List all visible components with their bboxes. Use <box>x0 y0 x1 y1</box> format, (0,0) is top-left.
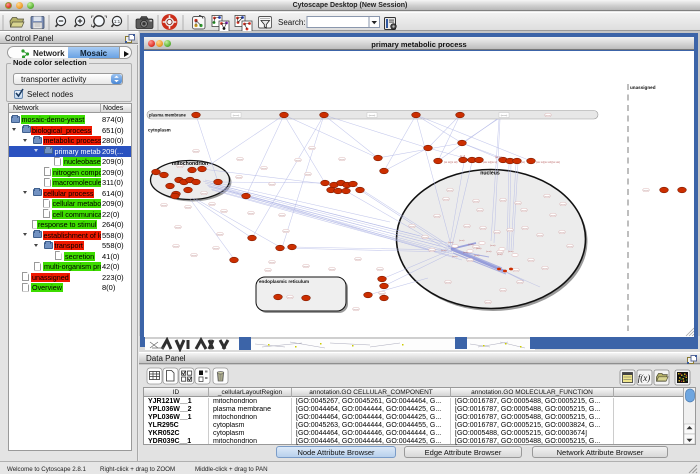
svg-text:(xxx xx)(xx xxl)(xx xxx): (xxx xx)(xx xxl)(xx xxx) <box>536 161 560 164</box>
svg-text:(xx xx): (xx xx) <box>217 234 223 236</box>
svg-text:(xx): (xx) <box>521 161 525 164</box>
svg-text:(xx xx): (xx xx) <box>248 213 254 215</box>
svg-text:(xx xx): (xx xx) <box>261 168 267 170</box>
svg-text:(xx xx): (xx xx) <box>495 156 502 159</box>
svg-text:(x xx): (x xx) <box>459 240 465 242</box>
svg-text:(xx xx): (xx xx) <box>434 216 440 218</box>
svg-text:(xx xx): (xx xx) <box>303 266 309 268</box>
svg-text:(x xx): (x xx) <box>468 244 474 246</box>
svg-text:(xx xx): (xx xx) <box>191 255 197 257</box>
svg-text:(xx xx): (xx xx) <box>537 235 543 237</box>
svg-text:(xx xx): (xx xx) <box>643 190 649 192</box>
svg-text:(xx xx): (xx xx) <box>445 282 451 284</box>
svg-text:(x xx): (x xx) <box>490 245 496 247</box>
svg-text:(xx xx): (xx xx) <box>567 246 573 248</box>
svg-text:(xx xx): (xx xx) <box>377 269 383 271</box>
svg-text:(xx xx): (xx xx) <box>379 293 385 295</box>
svg-text:(xx xx): (xx xx) <box>500 200 506 202</box>
svg-text:(xx xx): (xx xx) <box>201 193 207 195</box>
svg-text:(xx xx): (xx xx) <box>409 226 415 228</box>
svg-text:(xx xx)(x xxl): (xx xx)(x xxl) <box>444 161 458 164</box>
svg-text:(xx xx): (xx xx) <box>355 259 361 261</box>
svg-text:(xx xx): (xx xx) <box>422 237 428 239</box>
svg-text:nucleus: nucleus <box>480 171 500 177</box>
svg-text:(xx xx): (xx xx) <box>500 290 506 292</box>
svg-text:(xx xx): (xx xx) <box>309 148 315 150</box>
svg-text:(x xx): (x xx) <box>508 251 514 253</box>
svg-text:(xx xx): (xx xx) <box>175 227 181 229</box>
svg-text:(xx xx): (xx xx) <box>173 246 179 248</box>
svg-text:(xx xx): (xx xx) <box>329 269 335 271</box>
svg-text:(xx xx): (xx xx) <box>494 232 500 234</box>
svg-text:(xx xx): (xx xx) <box>560 204 566 206</box>
svg-text:(xx xx): (xx xx) <box>283 231 289 233</box>
svg-text:(xx xx): (xx xx) <box>515 203 521 205</box>
svg-text:(xx xx): (xx xx) <box>369 115 376 117</box>
svg-text:(xx xx): (xx xx) <box>221 211 227 213</box>
svg-text:mitochondrion: mitochondrion <box>172 161 208 167</box>
svg-text:(xx xx): (xx xx) <box>517 282 523 284</box>
svg-text:(xx xx): (xx xx) <box>236 177 242 179</box>
svg-text:(xx xx): (xx xx) <box>279 215 285 217</box>
svg-text:(xx xx): (xx xx) <box>193 151 199 153</box>
svg-text:(xx xx): (xx xx) <box>237 159 243 161</box>
svg-text:(xx xx): (xx xx) <box>477 210 483 212</box>
svg-text:Search:: Search: <box>278 18 306 27</box>
svg-text:(xx xx): (xx xx) <box>542 268 548 270</box>
svg-text:(xxx xx)(xx x): (xxx xx)(xx x) <box>483 161 497 164</box>
svg-text:(xx xx): (xx xx) <box>447 190 453 192</box>
svg-text:(xx xx): (xx xx) <box>185 207 191 209</box>
svg-text:(xx xx): (xx xx) <box>269 262 275 264</box>
svg-text:(xx xx): (xx xx) <box>559 232 565 234</box>
svg-text:(xx xx): (xx xx) <box>544 196 550 198</box>
svg-text:(xx xx): (xx xx) <box>353 309 359 311</box>
svg-text:(xx xx): (xx xx) <box>521 210 527 212</box>
svg-text:(xx xx): (xx xx) <box>501 115 508 117</box>
svg-text:(xx xx): (xx xx) <box>287 297 293 299</box>
svg-text:(xx xx): (xx xx) <box>161 205 167 207</box>
svg-text:(xx xx): (xx xx) <box>305 174 311 176</box>
svg-text:(x xx): (x xx) <box>448 242 454 244</box>
svg-text:(xx xx): (xx xx) <box>295 160 301 162</box>
svg-text:(xx xx): (xx xx) <box>443 199 449 201</box>
svg-text:(xx xx): (xx xx) <box>429 250 435 252</box>
svg-text:(xx xx): (xx xx) <box>464 226 470 228</box>
svg-text:(xx xx): (xx xx) <box>265 270 271 272</box>
svg-text:(x xx): (x xx) <box>441 250 447 252</box>
svg-text:(xx xx): (xx xx) <box>467 260 473 262</box>
svg-text:(xx xx): (xx xx) <box>522 228 528 230</box>
svg-text:(xx xx): (xx xx) <box>213 248 219 250</box>
svg-text:(x xx): (x xx) <box>452 256 458 258</box>
svg-text:(xx xx): (xx xx) <box>209 204 215 206</box>
svg-text:unassigned: unassigned <box>630 85 656 90</box>
svg-text:(xx xx): (xx xx) <box>480 228 486 230</box>
svg-text:(x xx): (x xx) <box>476 248 482 250</box>
svg-text:(xx xx): (xx xx) <box>550 215 556 217</box>
svg-text:(xx xx): (xx xx) <box>507 230 513 232</box>
svg-text:(xx xx): (xx xx) <box>513 270 519 272</box>
svg-text:(xx xx): (xx xx) <box>269 184 275 186</box>
svg-text:f(x): f(x) <box>638 373 651 383</box>
svg-text:(x xx): (x xx) <box>474 255 480 257</box>
svg-text:plasma membrane: plasma membrane <box>149 112 186 117</box>
svg-text:cytoplasm: cytoplasm <box>148 128 171 133</box>
svg-text:(xx xx): (xx xx) <box>233 115 240 117</box>
svg-text:(xx xx): (xx xx) <box>545 115 551 117</box>
svg-text:(xx xx): (xx xx) <box>473 201 479 203</box>
svg-text:(xx xx): (xx xx) <box>528 260 534 262</box>
svg-text:(xx xx): (xx xx) <box>339 159 345 161</box>
svg-text:(x xx): (x xx) <box>486 251 492 253</box>
svg-text:1:1: 1:1 <box>114 19 121 24</box>
svg-text:(xx xx): (xx xx) <box>485 302 491 304</box>
svg-text:(x xl): (x xl) <box>460 155 465 158</box>
svg-text:(x xx): (x xx) <box>497 254 503 256</box>
svg-text:endoplasmic reticulum: endoplasmic reticulum <box>259 279 309 284</box>
